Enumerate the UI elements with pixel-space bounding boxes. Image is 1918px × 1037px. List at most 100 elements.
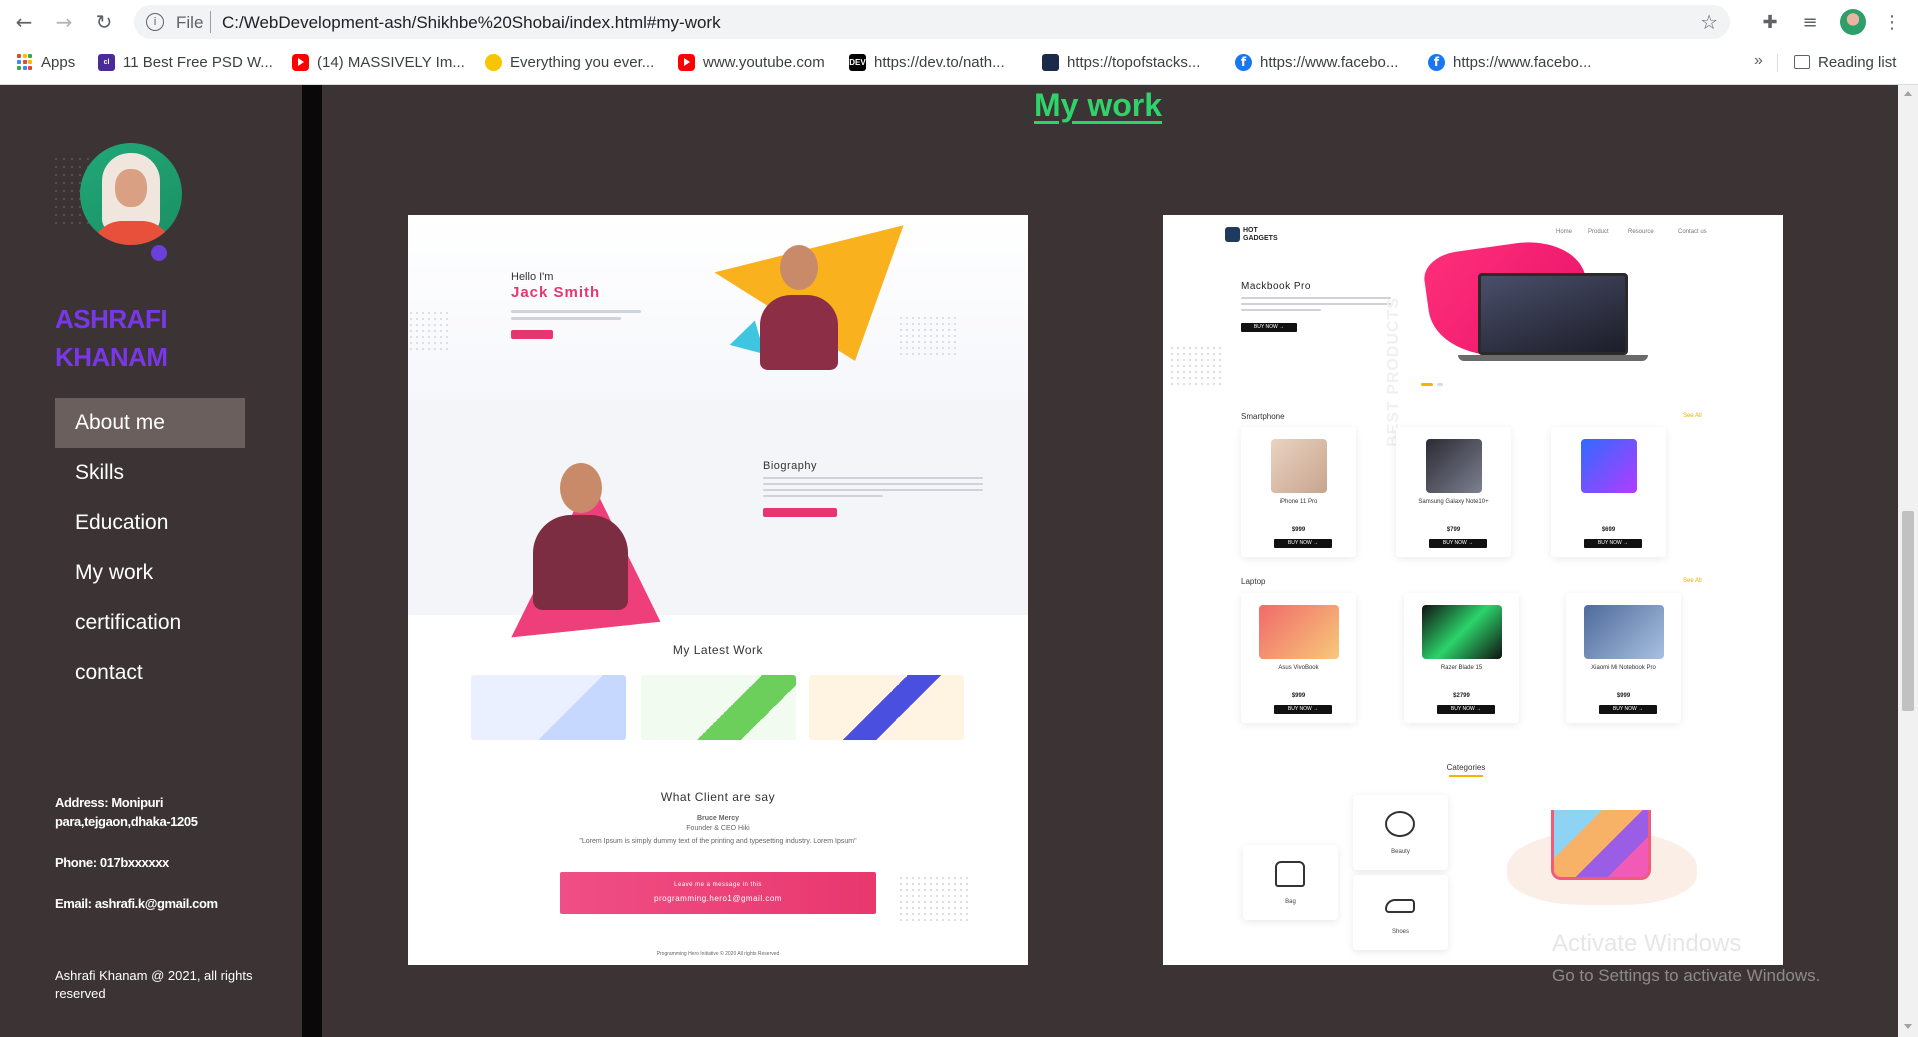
bookmark-item[interactable]: f https://www.facebo... xyxy=(1235,51,1398,73)
shop-hero-buy-button: BUY NOW → xyxy=(1241,323,1297,332)
stack-favicon xyxy=(1042,53,1059,71)
portfolio-client-name: Bruce Mercy xyxy=(696,815,740,822)
shop-product-card: $699 BUY NOW → xyxy=(1551,427,1666,557)
lightbulb-favicon xyxy=(485,53,502,71)
bookmark-label: Apps xyxy=(41,53,76,71)
reload-icon[interactable]: ↻ xyxy=(90,8,118,36)
portfolio-thumb-3 xyxy=(809,675,964,740)
portfolio-hire-button xyxy=(511,330,553,339)
bag-icon xyxy=(1275,861,1305,887)
avatar xyxy=(80,143,182,245)
email-text: Email: ashrafi.k@gmail.com xyxy=(55,896,218,911)
shop-categories-title: Categories xyxy=(1446,763,1486,772)
bookmark-label: Everything you ever... xyxy=(510,53,655,71)
nav-item-my-work[interactable]: My work xyxy=(55,548,245,598)
bookmark-item[interactable]: DEV https://dev.to/nath... xyxy=(849,51,1005,73)
shop-logo-text: HOT GADGETS xyxy=(1243,227,1278,242)
shop-nav-link: Contact us xyxy=(1678,229,1707,235)
bookmark-label: https://topofstacks... xyxy=(1067,53,1201,71)
bookmark-label: https://dev.to/nath... xyxy=(874,53,1005,71)
scroll-thumb[interactable] xyxy=(1902,511,1914,711)
shop-hero-laptop xyxy=(1478,273,1628,355)
owner-name-line1: ASHRAFI xyxy=(55,304,168,334)
nav-item-about-me[interactable]: About me xyxy=(55,398,245,448)
project-card-gadget-shop[interactable]: HOT GADGETS Home Product Resource Contac… xyxy=(1163,215,1783,965)
portfolio-hero xyxy=(408,215,1028,400)
page-scrollbar[interactable] xyxy=(1898,85,1918,1037)
section-title-my-work[interactable]: My work xyxy=(1034,87,1162,124)
bookmark-item[interactable]: cl 11 Best Free PSD W... xyxy=(98,51,273,73)
portfolio-footer: Programming Hero Initiative © 2020 All r… xyxy=(656,951,780,957)
browser-toolbar: ← → ↻ i File C:/WebDevelopment-ash/Shikh… xyxy=(0,0,1918,44)
bookmarks-overflow-chevron[interactable]: » xyxy=(1754,52,1763,70)
bookmark-star-icon[interactable]: ☆ xyxy=(1700,10,1718,34)
profile-avatar[interactable] xyxy=(1840,9,1866,35)
scroll-up-arrow-icon[interactable] xyxy=(1904,91,1912,96)
bookmark-item[interactable]: f https://www.facebo... xyxy=(1428,51,1591,73)
shop-nav-link: Product xyxy=(1588,229,1609,235)
project-card-portfolio[interactable]: Hello I'm Jack Smith Biography My Latest… xyxy=(408,215,1028,965)
bookmarks-divider xyxy=(1777,54,1778,72)
bookmark-item[interactable]: www.youtube.com xyxy=(678,51,825,73)
bookmark-item[interactable]: (14) MASSIVELY Im... xyxy=(292,51,465,73)
address-text: Address: Monipuri para,tejgaon,dhaka-120… xyxy=(55,795,198,829)
kebab-menu-icon[interactable]: ⋮ xyxy=(1878,8,1906,36)
browser-chrome: ← → ↻ i File C:/WebDevelopment-ash/Shikh… xyxy=(0,0,1918,85)
reading-list-button[interactable]: Reading list xyxy=(1794,51,1896,73)
shop-logo-icon xyxy=(1225,227,1240,242)
nav-item-certification[interactable]: certification xyxy=(55,598,245,648)
copyright-text: Ashrafi Khanam @ 2021, all rights reserv… xyxy=(55,968,253,1001)
bookmarks-bar: Apps cl 11 Best Free PSD W... (14) MASSI… xyxy=(0,44,1918,78)
shop-nav-link: Home xyxy=(1556,229,1573,235)
portfolio-contact-banner xyxy=(560,872,876,914)
url-text[interactable]: C:/WebDevelopment-ash/Shikhbe%20Shobai/i… xyxy=(222,13,721,33)
sidebar-nav: About me Skills Education My work certif… xyxy=(55,398,245,698)
portfolio-client-role: Founder & CEO Hiki xyxy=(686,825,750,832)
shop-category-card: Shoes xyxy=(1353,875,1448,950)
portfolio-latest-work-title: My Latest Work xyxy=(672,643,764,657)
nav-item-contact[interactable]: contact xyxy=(55,648,245,698)
portfolio-bio-title: Biography xyxy=(763,460,818,472)
shop-hero-title: Mackbook Pro xyxy=(1241,281,1311,292)
shopping-cart-illustration xyxy=(1551,810,1651,880)
nav-item-education[interactable]: Education xyxy=(55,498,245,548)
activate-windows-subtitle: Go to Settings to activate Windows. xyxy=(1552,966,1821,985)
apps-grid-icon xyxy=(16,53,33,71)
address-bar[interactable]: i File C:/WebDevelopment-ash/Shikhbe%20S… xyxy=(134,5,1730,39)
portfolio-thumb-2 xyxy=(641,675,796,740)
bookmark-item[interactable]: https://topofstacks... xyxy=(1042,51,1200,73)
portfolio-thumb-1 xyxy=(471,675,626,740)
shop-laptop-title: Laptop xyxy=(1241,577,1266,586)
avatar-status-dot xyxy=(151,245,167,261)
shop-category-card: Beauty xyxy=(1353,795,1448,870)
shop-see-all-link: See All xyxy=(1683,413,1702,419)
main-content: My work Hello I'm Jack Smith Biography M… xyxy=(322,85,1898,1037)
portfolio-cta-email: programming.hero1@gmail.com xyxy=(654,894,782,903)
facebook-favicon: f xyxy=(1235,53,1252,71)
bookmark-label: https://www.facebo... xyxy=(1260,53,1399,71)
activate-windows-title: Activate Windows xyxy=(1552,930,1742,957)
colorlib-favicon: cl xyxy=(98,53,115,71)
bookmark-label: (14) MASSIVELY Im... xyxy=(317,53,465,71)
portfolio-client-quote: "Lorem Ipsum is simply dummy text of the… xyxy=(579,838,857,845)
info-icon[interactable]: i xyxy=(146,13,164,31)
url-scheme-label: File xyxy=(176,13,204,32)
forward-arrow-icon[interactable]: → xyxy=(50,8,78,36)
back-arrow-icon[interactable]: ← xyxy=(10,8,38,36)
scroll-down-arrow-icon[interactable] xyxy=(1904,1024,1912,1029)
owner-name: ASHRAFI KHANAM xyxy=(55,300,255,376)
extensions-puzzle-icon[interactable]: ✚ xyxy=(1756,8,1784,36)
phone-text: Phone: 017bxxxxxx xyxy=(55,855,169,870)
media-queue-icon[interactable]: ≡ xyxy=(1796,8,1824,36)
youtube-favicon xyxy=(292,53,309,71)
shop-product-card: Razer Blade 15 $2799 BUY NOW → xyxy=(1404,593,1519,723)
bookmark-apps[interactable]: Apps xyxy=(16,51,75,73)
bookmark-label: www.youtube.com xyxy=(703,53,825,71)
owner-name-line2: KHANAM xyxy=(55,342,168,372)
shop-nav-link: Resource xyxy=(1628,229,1654,235)
shop-see-all-link: See All xyxy=(1683,578,1702,584)
nav-item-skills[interactable]: Skills xyxy=(55,448,245,498)
url-separator xyxy=(210,11,211,33)
portfolio-clients-title: What Client are say xyxy=(660,790,776,804)
bookmark-item[interactable]: Everything you ever... xyxy=(485,51,654,73)
